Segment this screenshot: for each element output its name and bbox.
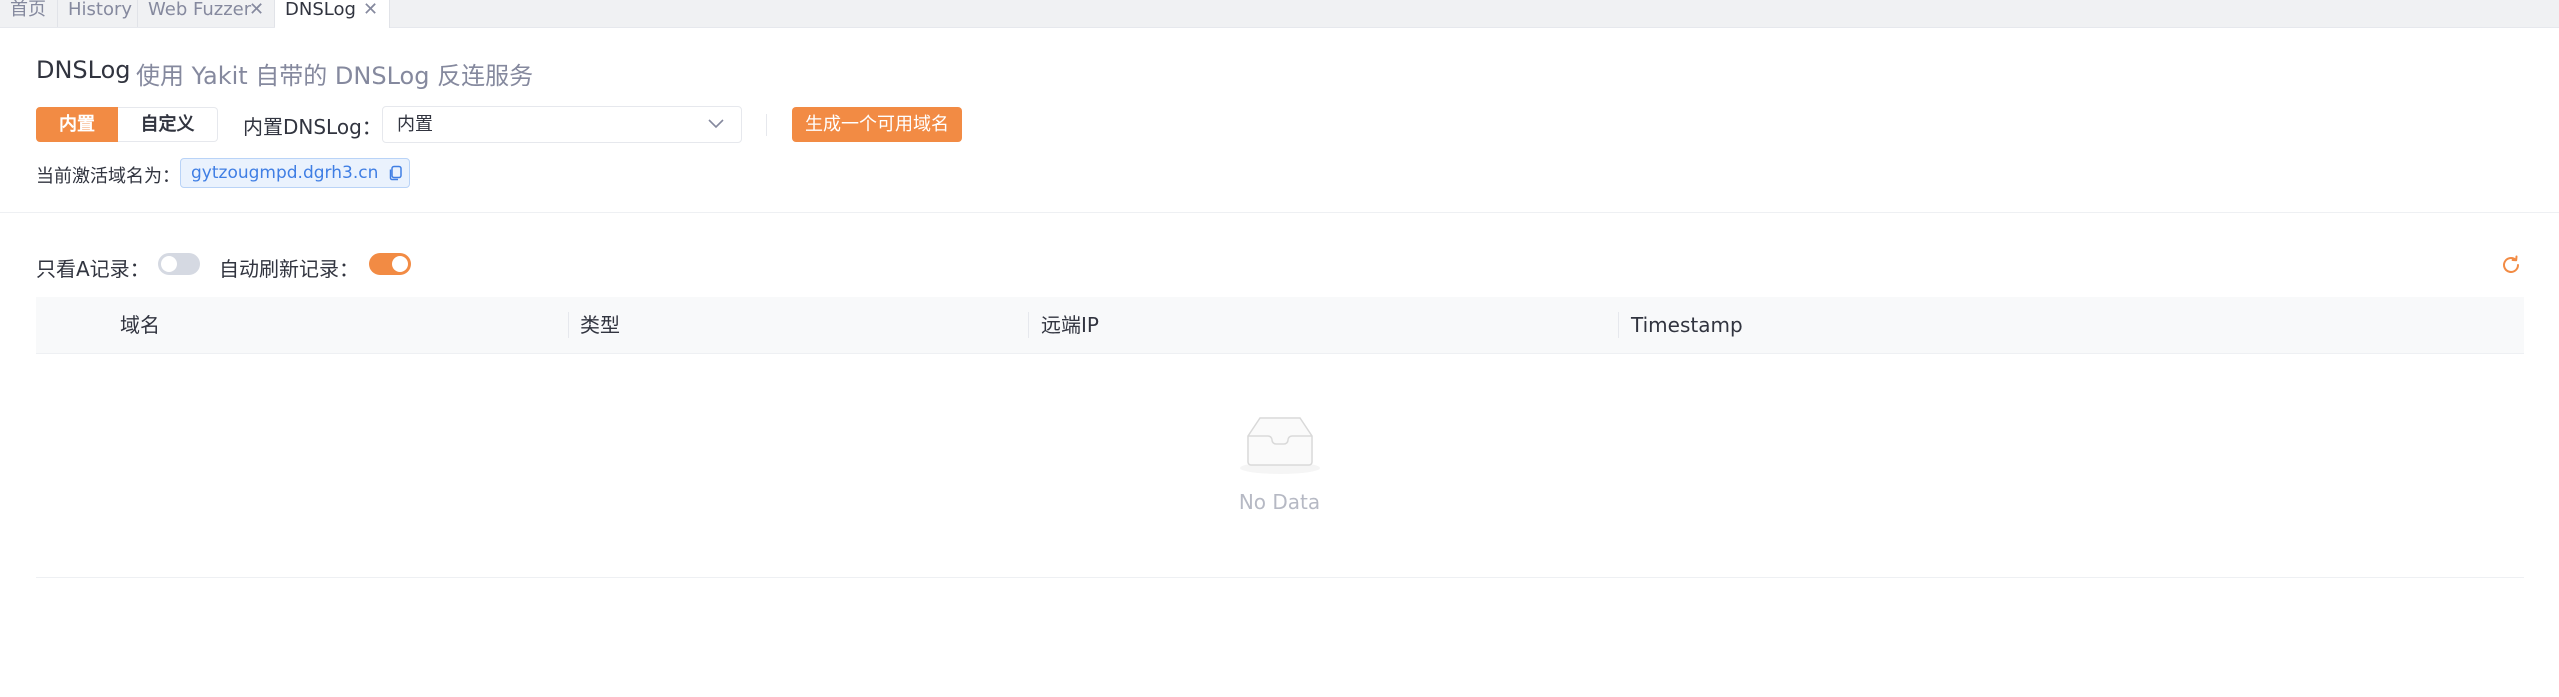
table-header: 域名 类型 远端IP Timestamp [36,297,2524,354]
tab-label: History [68,0,133,20]
dnslog-select-value: 内置 [397,114,433,135]
column-divider [1028,312,1029,338]
close-icon[interactable]: ✕ [249,0,264,20]
dnslog-select[interactable]: 内置 [382,106,742,143]
section-divider [0,212,2559,213]
auto-refresh-toggle[interactable] [369,253,411,275]
column-header-timestamp[interactable]: Timestamp [1631,297,1743,353]
refresh-icon[interactable] [2500,254,2522,276]
page-subtitle: 使用 Yakit 自带的 DNSLog 反连服务 [136,62,534,90]
tab-dnslog[interactable]: DNSLog ✕ [275,0,390,28]
tab-history[interactable]: History [58,0,138,27]
auto-refresh-label: 自动刷新记录： [219,257,359,281]
empty-state-text: No Data [1238,490,1321,514]
table-bottom-border [36,577,2524,578]
column-header-domain[interactable]: 域名 [120,297,160,353]
toggle-knob [161,256,177,272]
column-header-remote-ip[interactable]: 远端IP [1041,297,1099,353]
mode-custom-button[interactable]: 自定义 [118,107,218,142]
tab-web-fuzzer[interactable]: Web Fuzzer ✕ [138,0,275,27]
dnslog-select-label: 内置DNSLog： [243,115,382,139]
column-divider [1618,312,1619,338]
active-domain-label: 当前激活域名为： [36,166,180,187]
column-header-type[interactable]: 类型 [580,297,620,353]
empty-inbox-icon [1240,417,1320,474]
tab-label: DNSLog [285,0,356,20]
chevron-down-icon [708,119,724,129]
tab-bar: 首页 History Web Fuzzer ✕ DNSLog ✕ [0,0,2559,28]
tab-label: Web Fuzzer [148,0,252,20]
only-a-toggle[interactable] [158,253,200,275]
column-divider [568,312,569,338]
generate-domain-button[interactable]: 生成一个可用域名 [792,107,962,142]
tab-home[interactable]: 首页 [0,0,58,27]
tab-label: 首页 [10,0,46,20]
active-domain-value: gytzougmpd.dgrh3.cn [191,163,379,183]
toggle-knob [392,256,408,272]
close-icon[interactable]: ✕ [363,0,378,20]
mode-builtin-button[interactable]: 内置 [36,107,118,142]
active-domain-tag: gytzougmpd.dgrh3.cn [180,158,410,188]
divider [766,114,767,136]
page-title: DNSLog [36,56,131,84]
copy-icon[interactable] [387,165,403,181]
only-a-label: 只看A记录： [36,257,150,281]
